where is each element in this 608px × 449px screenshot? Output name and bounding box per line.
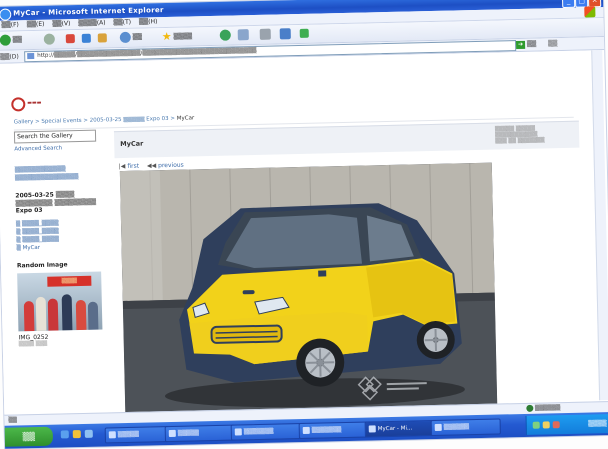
edit-button[interactable]	[280, 28, 291, 40]
car-photo-graphic	[120, 163, 497, 417]
refresh-icon	[82, 34, 91, 43]
tray-network-icon[interactable]	[533, 422, 540, 429]
taskbar-item-1[interactable]: ▒▒▒▒▒	[105, 426, 169, 443]
taskbar-item-mycar[interactable]: MyCar - Mi...	[365, 420, 437, 438]
forward-arrow-icon	[44, 34, 55, 45]
person-shape	[24, 301, 35, 331]
sub-item-mycar[interactable]: ▒ MyCar	[16, 242, 106, 252]
status-text: ▒▒	[8, 417, 17, 423]
star-icon: ★	[162, 30, 172, 43]
address-url: http://▒▒▒▒▒/▒▒▒▒▒▒▒▒▒▒▒▒▒▒▒/▒▒▒▒▒▒▒▒▒▒▒…	[37, 48, 256, 59]
person-shape	[36, 296, 47, 330]
refresh-button[interactable]	[82, 33, 91, 45]
home-button[interactable]	[98, 32, 107, 44]
image-meta: ▒▒▒▒▒ ▒▒▒▒▒ ▒▒▒▒▒▒▒▒▒▒▒ ▒▒▒ ▒▒ ▒▒▒▒▒▒▒	[495, 125, 569, 145]
logo-text-icon: ▬▬▬	[27, 100, 41, 106]
random-image-title: Random Image	[17, 260, 107, 269]
first-link[interactable]: first	[127, 163, 139, 170]
address-label: ▒▒(D)	[0, 53, 19, 60]
breadcrumb-current: MyCar	[177, 115, 195, 121]
messenger-icon	[300, 29, 309, 38]
sidebar-link-2[interactable]: ▒▒▒▒▒▒▒▒▒▒▒▒▒▒▒	[15, 172, 105, 182]
menu-view[interactable]: ▒▒(V)	[52, 20, 70, 27]
back-button[interactable]: ▒▒	[0, 34, 22, 46]
links-label[interactable]: ▒▒	[548, 40, 557, 47]
sidebar-links: ▒▒▒▒▒▒▒▒▒▒▒▒ ▒▒▒▒▒▒▒▒▒▒▒▒▒▒▒	[15, 164, 105, 182]
sub-list: ▒ ▒▒▒▒_▒▒▒▒ ▒ ▒▒▒▒_▒▒▒▒ ▒ ▒▒▒▒_▒▒▒▒ ▒ My…	[16, 218, 107, 252]
messenger-button[interactable]	[300, 28, 309, 40]
back-label: ▒▒	[13, 36, 22, 43]
quicklaunch-folder-icon[interactable]	[73, 430, 81, 438]
sidebar: Search the Gallery Advanced Search ▒▒▒▒▒…	[14, 129, 110, 401]
menu-tools[interactable]: ▒▒(T)	[113, 19, 131, 26]
car-photo[interactable]	[120, 163, 497, 417]
previous-icon: ◀◀	[147, 162, 156, 169]
edit-icon	[280, 28, 291, 39]
history-icon	[220, 30, 231, 41]
quicklaunch-desktop-icon[interactable]	[85, 430, 93, 438]
stop-button[interactable]	[66, 33, 75, 45]
tray-volume-icon[interactable]	[543, 421, 550, 428]
tray-security-icon[interactable]	[553, 421, 560, 428]
go-arrow-icon: ➔	[516, 41, 525, 49]
advanced-search-link[interactable]: Advanced Search	[14, 144, 104, 152]
forward-button[interactable]	[44, 34, 55, 46]
go-button[interactable]: ➔ ▒▒ ▒▒	[516, 40, 557, 49]
person-shape	[88, 301, 99, 329]
print-button[interactable]	[260, 29, 271, 41]
menu-file[interactable]: ▒▒(F)	[1, 21, 19, 28]
taskbar-item-2[interactable]: ▒▒▒▒▒	[165, 425, 235, 443]
taskbar-item-6[interactable]: ▒▒▒▒▒▒	[431, 419, 501, 437]
favorites-label: ▒▒▒▒	[174, 33, 193, 40]
internet-zone-icon	[526, 405, 533, 412]
image-meta-line-2: ▒▒▒ ▒▒ ▒▒▒▒▒▒▒	[495, 137, 569, 145]
taskbar-item-4[interactable]: ▒▒▒▒▒▒▒	[299, 421, 371, 439]
print-icon	[260, 29, 271, 40]
windows-logo-icon	[584, 6, 595, 17]
menu-edit[interactable]: ▒▒(E)	[27, 21, 45, 28]
go-label: ▒▒	[527, 41, 536, 48]
search-button[interactable]: ▒▒	[120, 32, 142, 44]
zone-label: ▒▒▒▒▒▒	[535, 405, 561, 412]
taskbar-item-3[interactable]: ▒▒▒▒▒▒▒	[231, 423, 305, 441]
clock[interactable]: ▒▒▒▒	[588, 420, 607, 427]
window-title: MyCar - Microsoft Internet Explorer	[13, 6, 164, 17]
status-zone: ▒▒▒▒▒▒	[526, 404, 560, 412]
breadcrumb-gallery[interactable]: Gallery	[14, 119, 34, 125]
first-icon: |◀	[119, 163, 126, 170]
search-input[interactable]: Search the Gallery	[14, 130, 96, 144]
breadcrumb-event[interactable]: 2005-03-25 ▒▒▒▒▒ Expo 03	[90, 116, 169, 124]
stop-icon	[66, 34, 75, 43]
page-icon	[27, 53, 34, 59]
image-nav: |◀ first ◀◀ previous	[119, 162, 184, 170]
breadcrumb-special-events[interactable]: Special Events	[41, 118, 81, 125]
ie-icon	[0, 8, 11, 20]
image-title: MyCar	[120, 140, 143, 149]
logo-ring-icon	[11, 97, 25, 111]
history-button[interactable]	[220, 30, 231, 42]
previous-link[interactable]: previous	[158, 162, 184, 170]
category-title[interactable]: 2005-03-25 ▒▒▒▒ ▒▒▒▒▒▒▒▒ ▒▒▒▒▒▒▒▒▒ Expo …	[15, 190, 105, 215]
site-logo[interactable]: ▬▬▬	[11, 97, 51, 110]
person-shape	[62, 294, 73, 330]
menu-favorites[interactable]: ▒▒▒▒(A)	[78, 19, 105, 27]
home-icon	[98, 33, 107, 42]
thumb-sign: ▒▒▒▒	[47, 275, 91, 286]
mail-icon	[238, 29, 249, 40]
search-label: ▒▒	[133, 34, 142, 41]
person-shape	[48, 298, 59, 330]
mail-button[interactable]	[238, 29, 249, 41]
page-content: ▬▬▬ Gallery > Special Events > 2005-03-2…	[0, 50, 604, 414]
start-button[interactable]: ▒▒	[5, 427, 53, 447]
back-arrow-icon	[0, 35, 11, 46]
system-tray: ▒▒▒▒	[526, 414, 608, 435]
menu-help[interactable]: ▒▒(H)	[139, 18, 158, 25]
favorites-button[interactable]: ★ ▒▒▒▒	[162, 30, 193, 43]
search-icon	[120, 32, 131, 43]
quicklaunch-ie-icon[interactable]	[61, 430, 69, 438]
browser-window: MyCar - Microsoft Internet Explorer _ □ …	[0, 0, 608, 449]
person-shape	[76, 299, 87, 329]
random-image-thumbnail[interactable]: ▒▒▒▒	[17, 271, 102, 331]
